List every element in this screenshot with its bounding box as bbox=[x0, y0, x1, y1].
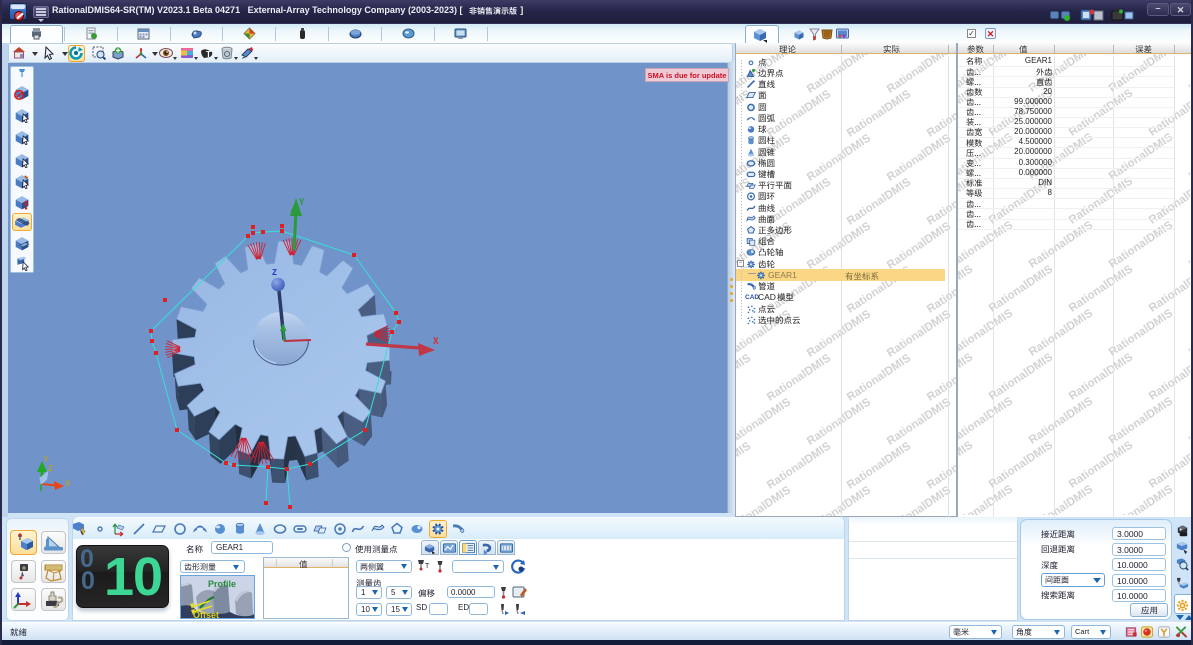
svg-text:T: T bbox=[206, 50, 211, 59]
svg-text:T: T bbox=[425, 563, 430, 570]
